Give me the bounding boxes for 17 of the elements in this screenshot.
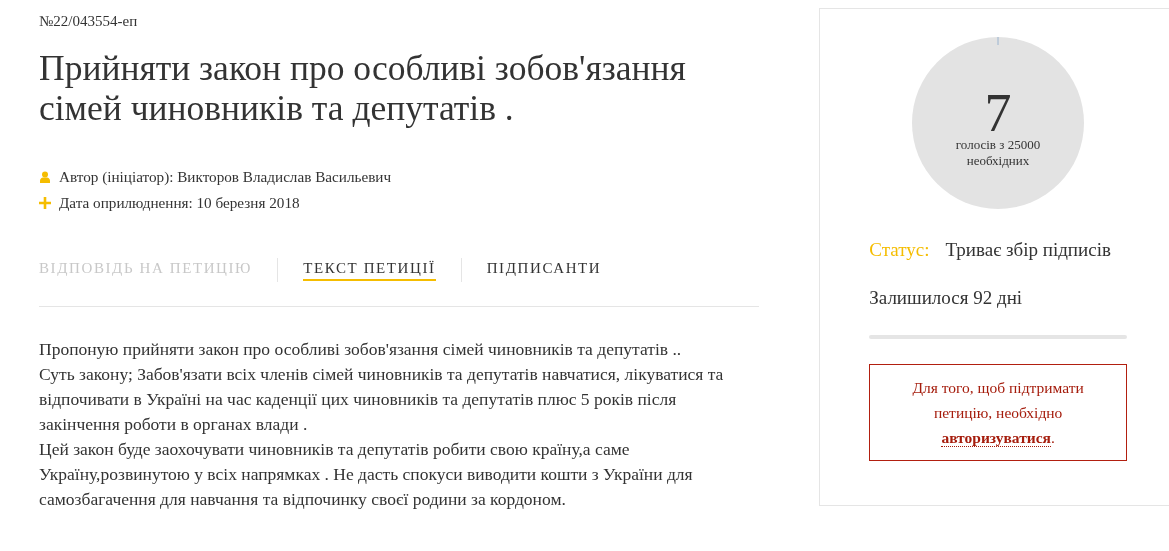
status-value: Триває збір підписів xyxy=(945,239,1111,261)
meta-text: Дата оприлюднення: 10 березня 2018 xyxy=(59,194,300,212)
petition-paragraph: Суть закону; Забов'язати всіх членів сімей чиновників та депутатів навчатися, лікуватися та відпочивати в Україні на час каденції цих чиновників та депутатів плюс 5 років після закінчення роботи в органах влади . xyxy=(39,363,725,436)
petition-paragraph: Цей закон буде заохочувати чиновників та депутатів робити свою країну,а саме Україну,розвинутою у всіх напрямках . Не дасть спокуси виводити кошти з України для самозбагачення для навчання та відпочинку своєї родини за кордоном. xyxy=(39,438,694,511)
petition-paragraph: Пропоную прийняти закон про особливі зобов'язання сімей чиновників та депутатів .. xyxy=(39,338,683,361)
status-label: Статус: xyxy=(869,239,930,261)
petition-title: Прийняти закон про особливі зобов'язання сімей чиновників та депутатів . xyxy=(39,48,687,128)
vote-caption: голосів з 25000 необхідних xyxy=(954,137,1042,169)
tab[interactable]: ПІДПИСАНТИ xyxy=(486,259,602,281)
meta-text: Автор (ініціатор): Викторов Владислав Васильевич xyxy=(59,168,392,186)
login-link[interactable]: авторизуватися xyxy=(941,429,1051,447)
plus-icon xyxy=(39,197,51,209)
petition-number: №22/043554-еп xyxy=(39,13,138,30)
login-notice: Для того, щоб підтримати петицію, необхідно авторизуватися. xyxy=(869,364,1127,461)
days-remaining: Залишилося 92 дні xyxy=(869,287,1023,309)
person-icon xyxy=(39,171,51,183)
tab[interactable]: ТЕКСТ ПЕТИЦІЇ xyxy=(303,259,436,281)
